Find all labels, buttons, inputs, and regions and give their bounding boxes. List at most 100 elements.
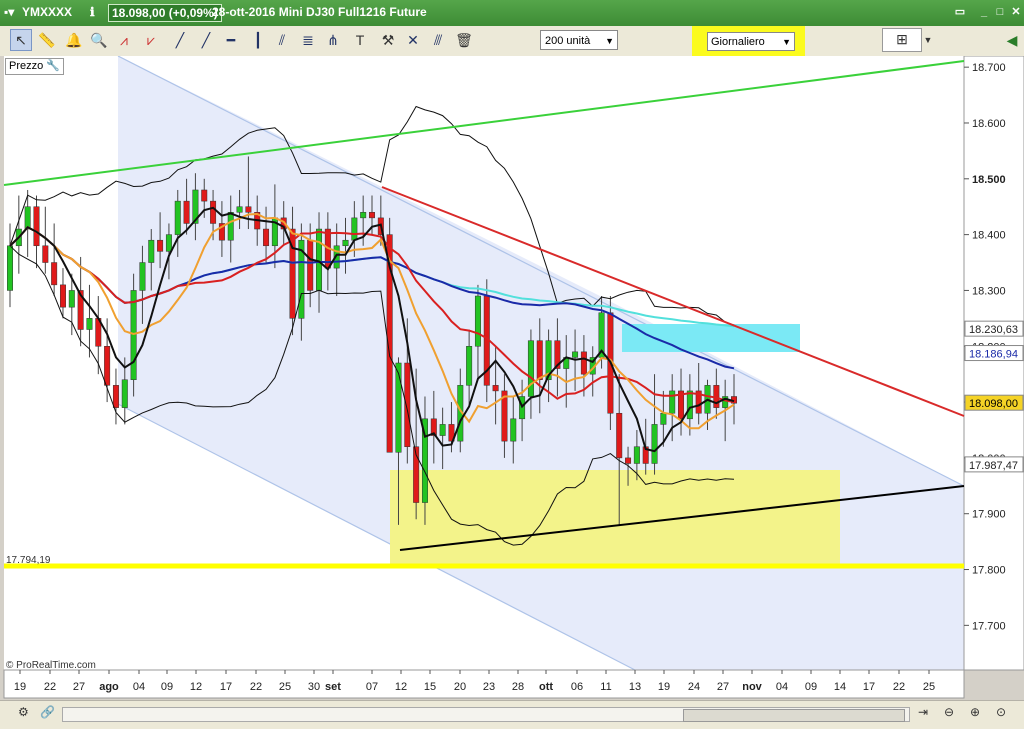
x-tick-label: 27: [73, 681, 85, 693]
candle: [51, 262, 58, 286]
x-tick-label: 22: [893, 681, 905, 693]
candle: [139, 262, 146, 291]
units-select[interactable]: 200 unità ▼: [540, 30, 618, 50]
link-icon[interactable]: 🔗: [40, 705, 55, 719]
info-icon[interactable]: ℹ: [90, 5, 95, 19]
keyboard-icon[interactable]: ▭: [948, 5, 972, 19]
zoom-in-icon[interactable]: ⊕: [970, 705, 980, 719]
maximize-button[interactable]: □: [993, 5, 1007, 19]
trash-icon[interactable]: 🗑: [454, 30, 474, 50]
candle: [580, 351, 587, 375]
x-tick-label: 30: [308, 681, 320, 693]
x-tick-label: 13: [629, 681, 641, 693]
candle: [474, 295, 481, 347]
price-chart[interactable]: 18.70018.60018.50018.40018.30018.20018.1…: [0, 56, 1024, 700]
text-tool-icon[interactable]: T: [350, 30, 370, 50]
candle: [174, 200, 181, 235]
candle: [68, 290, 75, 308]
x-tick-label: 27: [717, 681, 729, 693]
candle: [236, 206, 243, 213]
y-tick-label: 18.700: [972, 62, 1006, 74]
candle: [24, 206, 31, 230]
trendline-tool-icon[interactable]: ╱: [170, 30, 190, 50]
menu-icon[interactable]: ▪▾: [4, 5, 14, 19]
candle: [369, 212, 375, 219]
pitchfork-tool-icon[interactable]: ⋔: [323, 30, 343, 50]
y-tick-label: 18.500: [972, 174, 1006, 186]
candle: [104, 346, 111, 386]
minimize-button[interactable]: _: [977, 5, 991, 19]
ma-value-tag: 18.186,94: [969, 349, 1018, 361]
chevron-down-icon: ▼: [605, 36, 614, 46]
zoom-tool-icon[interactable]: 🔍: [89, 30, 109, 50]
wave-tool-icon[interactable]: ⩗: [141, 30, 161, 50]
x-tick-label: 09: [805, 681, 817, 693]
candle: [527, 340, 534, 397]
cross-tool-icon[interactable]: ✕: [403, 30, 423, 50]
hammer-tool-icon[interactable]: ⚒: [378, 30, 398, 50]
last-price-badge: 18.098,00 (+0,09%): [108, 4, 222, 22]
candle: [439, 424, 446, 436]
zigzag-tool-icon[interactable]: ⩘: [114, 30, 134, 50]
zoom-out-icon[interactable]: ⊖: [944, 705, 954, 719]
pointer-tool-icon[interactable]: ↖: [10, 29, 32, 51]
chevron-down-icon[interactable]: ▼: [918, 30, 938, 50]
fibonacci-tool-icon[interactable]: ≣: [298, 30, 318, 50]
candle: [616, 412, 623, 459]
period-select[interactable]: Giornaliero ▼: [707, 32, 795, 51]
ruler-tool-icon[interactable]: 📏: [37, 30, 57, 50]
candle: [59, 284, 66, 308]
x-tick-label: set: [325, 681, 341, 693]
panel-toggle-icon[interactable]: ◀: [1002, 30, 1022, 50]
close-button[interactable]: ✕: [1009, 5, 1023, 19]
y-axis: [963, 56, 1024, 671]
x-tick-label: 07: [366, 681, 378, 693]
candle: [572, 351, 579, 358]
candle: [33, 206, 40, 247]
candle: [536, 340, 543, 380]
parallel-tool-icon[interactable]: ⫻: [428, 30, 448, 50]
candle: [466, 346, 473, 386]
candle: [510, 418, 517, 442]
x-tick-label: 24: [688, 681, 700, 693]
candle: [651, 424, 658, 464]
scroll-end-icon[interactable]: ⇥: [918, 705, 928, 719]
x-tick-label: 09: [161, 681, 173, 693]
candle: [633, 446, 640, 464]
candle: [148, 239, 155, 263]
vertical-line-icon[interactable]: ┃: [248, 30, 268, 50]
horizontal-scrollbar[interactable]: [62, 707, 910, 722]
level-tag: 18.230,63: [969, 324, 1018, 336]
x-tick-label: 12: [190, 681, 202, 693]
zoom-fit-icon[interactable]: ⊙: [996, 705, 1006, 719]
x-tick-label: 14: [834, 681, 846, 693]
y-tick-label: 18.300: [972, 285, 1006, 297]
x-tick-label: 25: [279, 681, 291, 693]
candle: [121, 379, 128, 408]
alert-bell-icon[interactable]: 🔔: [64, 30, 84, 50]
window-title: 28-ott-2016 Mini DJ30 Full1216 Future: [212, 5, 427, 19]
horizontal-line-icon[interactable]: ━: [221, 30, 241, 50]
candle: [492, 385, 499, 392]
candle: [686, 390, 693, 420]
x-tick-label: 22: [44, 681, 56, 693]
candle: [404, 362, 411, 447]
channel-tool-icon[interactable]: ⫽: [272, 30, 292, 50]
x-tick-label: 06: [571, 681, 583, 693]
ray-tool-icon[interactable]: ╱: [196, 30, 216, 50]
indicators-icon[interactable]: ⊞: [882, 28, 922, 52]
y-tick-label: 17.800: [972, 565, 1006, 577]
y-tick-label: 17.900: [972, 509, 1006, 521]
scrollbar-thumb[interactable]: [683, 709, 905, 722]
chart-options-icon[interactable]: ⚙: [18, 705, 29, 719]
candle: [157, 239, 164, 252]
symbol-label[interactable]: YMXXXX: [22, 5, 72, 19]
x-tick-label: 23: [483, 681, 495, 693]
x-tick-label: 20: [454, 681, 466, 693]
candle: [7, 245, 13, 291]
candle: [210, 200, 217, 224]
prezzo-label[interactable]: Prezzo 🔧: [5, 58, 65, 75]
copyright-label: © ProRealTime.com: [6, 660, 96, 671]
x-tick-label: 28: [512, 681, 524, 693]
candle: [351, 217, 358, 241]
